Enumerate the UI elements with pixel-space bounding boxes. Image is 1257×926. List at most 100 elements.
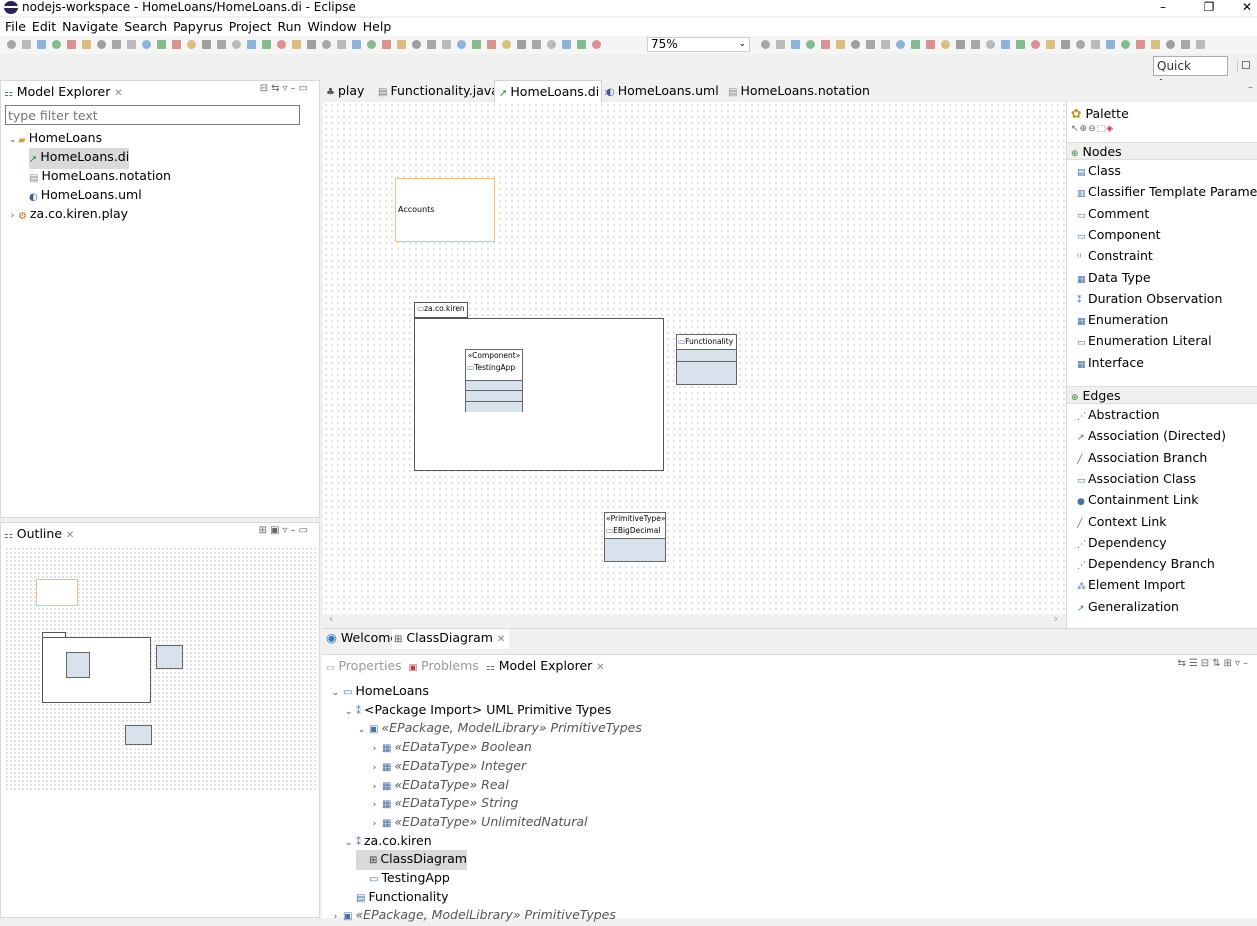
bottom-tree-item[interactable]: › ▦ «EDataType» UnlimitedNatural: [369, 813, 588, 833]
toolbar-button-icon[interactable]: [956, 40, 965, 49]
chevron-right-icon[interactable]: ›: [369, 815, 380, 833]
bottom-tree-item[interactable]: › ▦ «EDataType» Integer: [369, 757, 526, 777]
tab-properties[interactable]: ▭ Properties: [326, 658, 402, 673]
chevron-down-icon[interactable]: ⌄: [7, 131, 18, 149]
bottom-tree-item[interactable]: › ▦ «EDataType» String: [369, 794, 519, 814]
palette-item[interactable]: ● Containment Link: [1077, 491, 1199, 511]
toolbar-button-icon[interactable]: [172, 40, 181, 49]
palette-item[interactable]: ▭ Component: [1077, 226, 1161, 246]
close-icon[interactable]: ✕: [114, 88, 122, 99]
outline-tab[interactable]: ⚏ Outline ✕: [4, 525, 74, 543]
chevron-right-icon[interactable]: ›: [7, 207, 18, 225]
toolbar-button-icon[interactable]: [1121, 40, 1130, 49]
outline-tree-icon[interactable]: ⊞: [259, 525, 270, 536]
palette-item[interactable]: ⋰ Abstraction: [1077, 406, 1160, 426]
palette-nodes-drawer[interactable]: ⊕ Nodes: [1067, 142, 1257, 160]
palette-item[interactable]: ▥ Classifier Template Parameter: [1077, 183, 1257, 203]
toolbar-button-icon[interactable]: [592, 40, 601, 49]
link-editor-icon[interactable]: ⇆: [1177, 658, 1188, 669]
toolbar-button-icon[interactable]: [277, 40, 286, 49]
bottom-tree-item[interactable]: ⊞ ClassDiagram: [356, 850, 467, 871]
toolbar-button-icon[interactable]: [382, 40, 391, 49]
toolbar-button-icon[interactable]: [562, 40, 571, 49]
menu-help[interactable]: Help: [360, 18, 395, 36]
toolbar-button-icon[interactable]: [307, 40, 316, 49]
toolbar-button-icon[interactable]: [532, 40, 541, 49]
chevron-right-icon[interactable]: ›: [369, 796, 380, 814]
toolbar-button-icon[interactable]: [1001, 40, 1010, 49]
bottom-tree-item[interactable]: ⌄ ▭ HomeLoans: [330, 682, 429, 702]
toolbar-button-icon[interactable]: [517, 40, 526, 49]
minimize-view-icon[interactable]: –: [1243, 658, 1251, 669]
minimize-view-icon[interactable]: –: [291, 83, 299, 94]
toolbar-button-icon[interactable]: [836, 40, 845, 49]
palette-item[interactable]: ▦ Data Type: [1077, 269, 1151, 289]
filter-icon[interactable]: ☰: [1189, 658, 1201, 669]
toolbar-button-icon[interactable]: [1076, 40, 1085, 49]
palette-item[interactable]: ⁂ Element Import: [1077, 576, 1185, 596]
editor-tab[interactable]: ◐ HomeLoans.uml: [602, 80, 724, 102]
toolbar-button-icon[interactable]: [7, 40, 16, 49]
palette-item[interactable]: ╱ Context Link: [1077, 513, 1167, 533]
menu-papyrus[interactable]: Papyrus: [170, 18, 226, 36]
palette-item[interactable]: ▤ Class: [1077, 162, 1121, 182]
toolbar-button-icon[interactable]: [292, 40, 301, 49]
maximize-view-icon[interactable]: ▭: [299, 525, 311, 536]
toolbar-button-icon[interactable]: [1151, 40, 1160, 49]
toolbar-button-icon[interactable]: [821, 40, 830, 49]
toolbar-button-icon[interactable]: [547, 40, 556, 49]
palette-item[interactable]: ⋰ Dependency: [1077, 534, 1167, 554]
toolbar-button-icon[interactable]: [1106, 40, 1115, 49]
view-menu-icon[interactable]: ▿: [1235, 658, 1243, 669]
editor-tab[interactable]: ➚ HomeLoans.di ✕: [494, 80, 612, 102]
model-tree-item[interactable]: ▤ HomeLoans.notation: [29, 167, 171, 188]
editor-tab[interactable]: ▤ Functionality.java: [374, 80, 499, 102]
toolbar-button-icon[interactable]: [896, 40, 905, 49]
tab-classdiagram[interactable]: ⊞ ClassDiagram ✕: [392, 629, 510, 649]
model-tree-item[interactable]: ⌄ ▰ HomeLoans: [7, 129, 102, 150]
palette-item[interactable]: ⁑ Duration Observation: [1077, 290, 1222, 310]
bottom-tree-item[interactable]: ▭ TestingApp: [356, 869, 450, 889]
toolbar-button-icon[interactable]: [22, 40, 31, 49]
menu-search[interactable]: Search: [121, 18, 170, 36]
toolbar-button-icon[interactable]: [1181, 40, 1190, 49]
zoom-combo[interactable]: 75% ⌄: [647, 37, 750, 52]
toolbar-button-icon[interactable]: [37, 40, 46, 49]
stereotype-icon[interactable]: ◈: [1106, 124, 1114, 134]
toolbar-button-icon[interactable]: [367, 40, 376, 49]
chevron-right-icon[interactable]: ›: [369, 778, 380, 796]
toolbar-button-icon[interactable]: [1091, 40, 1100, 49]
bottom-tree-item[interactable]: ⌄ ▣ «EPackage, ModelLibrary» PrimitiveType…: [356, 719, 642, 739]
palette-item[interactable]: ⋰ Dependency Branch: [1077, 555, 1215, 575]
view-menu-icon[interactable]: ▿: [283, 525, 291, 536]
chevron-down-icon[interactable]: ⌄: [330, 684, 341, 702]
toolbar-button-icon[interactable]: [776, 40, 785, 49]
toolbar-button-icon[interactable]: [866, 40, 875, 49]
model-explorer-tab[interactable]: ⚏ Model Explorer ✕: [4, 83, 123, 101]
menu-navigate[interactable]: Navigate: [59, 18, 121, 36]
minimize-view-icon[interactable]: –: [1248, 82, 1253, 93]
maximize-button[interactable]: ❐: [1194, 0, 1224, 16]
outline-overview-icon[interactable]: ▣: [270, 525, 282, 536]
toolbar-button-icon[interactable]: [112, 40, 121, 49]
bottom-tree-item[interactable]: › ▦ «EDataType» Real: [369, 776, 509, 796]
chevron-right-icon[interactable]: ›: [369, 740, 380, 758]
toolbar-button-icon[interactable]: [1166, 40, 1175, 49]
tab-welcome[interactable]: ◉ Welcome: [326, 630, 398, 645]
toolbar-button-icon[interactable]: [502, 40, 511, 49]
chevron-right-icon[interactable]: ›: [369, 759, 380, 777]
close-icon[interactable]: ✕: [66, 530, 74, 541]
palette-item[interactable]: ↗ Generalization: [1077, 598, 1179, 618]
package-za-co-kiren[interactable]: «Component» ▭TestingApp: [414, 318, 664, 471]
filter-input[interactable]: [5, 105, 300, 125]
component-testingapp[interactable]: «Component» ▭TestingApp: [465, 349, 523, 412]
toolbar-button-icon[interactable]: [1031, 40, 1040, 49]
toolbar-button-icon[interactable]: [442, 40, 451, 49]
chevron-down-icon[interactable]: ⌄: [343, 703, 354, 721]
toolbar-button-icon[interactable]: [1196, 40, 1205, 49]
minimize-button[interactable]: –: [1148, 0, 1178, 16]
chevron-down-icon[interactable]: ⌄: [343, 834, 354, 852]
maximize-view-icon[interactable]: ▭: [299, 83, 311, 94]
tab-model-explorer[interactable]: ⚏ Model Explorer ✕: [486, 658, 605, 673]
toolbar-button-icon[interactable]: [262, 40, 271, 49]
